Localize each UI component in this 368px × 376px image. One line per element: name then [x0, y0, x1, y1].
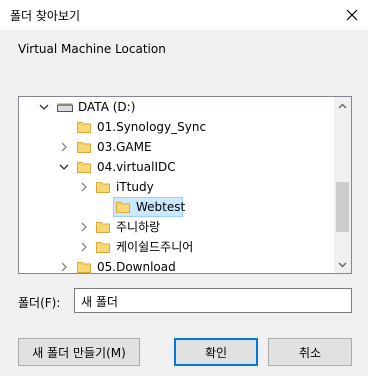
tree-item-label: 주니하랑 — [116, 220, 161, 234]
tree-item-webtest[interactable]: Webtest — [19, 197, 335, 217]
tree-item-kshield-junior[interactable]: 케이쉴드주니어 — [19, 237, 335, 257]
folder-icon — [116, 202, 130, 213]
close-button[interactable] — [336, 0, 368, 30]
tree-item-label: 03.GAME — [97, 140, 152, 154]
ok-button[interactable]: 확인 — [174, 338, 258, 366]
folder-icon — [77, 122, 91, 133]
chevron-up-icon — [338, 103, 347, 108]
tree-item-ittudy[interactable]: iTtudy — [19, 177, 335, 197]
chevron-right-icon[interactable] — [77, 177, 91, 197]
window-title: 폴더 찾아보기 — [10, 9, 81, 23]
folder-name-input[interactable]: 새 폴더 — [74, 288, 352, 313]
scroll-thumb[interactable] — [336, 182, 349, 232]
folder-icon — [77, 142, 91, 153]
scroll-up-button[interactable] — [334, 97, 351, 114]
chevron-down-icon[interactable] — [37, 97, 51, 117]
browse-folder-dialog: 폴더 찾아보기 Virtual Machine Location DATA (D… — [0, 0, 368, 376]
folder-icon — [77, 262, 91, 273]
folder-icon — [96, 242, 110, 253]
scroll-down-button[interactable] — [334, 256, 351, 273]
tree-item-juniharang[interactable]: 주니하랑 — [19, 217, 335, 237]
vertical-scrollbar[interactable] — [334, 97, 351, 273]
new-folder-button[interactable]: 새 폴더 만들기(M) — [18, 338, 140, 366]
folder-tree[interactable]: DATA (D:) 01.Synology_Sync 03.GAME 04.vi… — [18, 96, 352, 274]
tree-item-data-drive[interactable]: DATA (D:) — [19, 97, 335, 117]
tree-item-01-synology-sync[interactable]: 01.Synology_Sync — [19, 117, 335, 137]
chevron-right-icon[interactable] — [77, 217, 91, 237]
tree-item-04-virtualidc[interactable]: 04.virtualIDC — [19, 157, 335, 177]
tree-item-05-download[interactable]: 05.Download — [19, 257, 335, 274]
close-icon — [346, 9, 358, 21]
chevron-down-icon[interactable] — [57, 157, 71, 177]
chevron-right-icon[interactable] — [57, 257, 71, 273]
drive-icon — [57, 103, 73, 112]
dialog-prompt: Virtual Machine Location — [18, 42, 166, 56]
chevron-right-icon[interactable] — [77, 237, 91, 257]
tree-item-label: DATA (D:) — [78, 100, 136, 114]
cancel-button[interactable]: 취소 — [268, 338, 352, 366]
chevron-down-icon — [338, 262, 347, 267]
tree-item-label: Webtest — [136, 200, 186, 214]
tree-item-label: 케이쉴드주니어 — [116, 240, 194, 254]
folder-icon — [77, 162, 91, 173]
tree-item-label: 01.Synology_Sync — [97, 120, 207, 134]
chevron-right-icon[interactable] — [57, 137, 71, 157]
folder-icon — [96, 182, 110, 193]
folder-field-label: 폴더(F): — [18, 296, 61, 310]
tree-item-label: 05.Download — [97, 260, 176, 274]
tree-item-label: 04.virtualIDC — [97, 160, 176, 174]
tree-item-03-game[interactable]: 03.GAME — [19, 137, 335, 157]
title-bar: 폴더 찾아보기 — [0, 0, 368, 30]
folder-icon — [96, 222, 110, 233]
tree-item-label: iTtudy — [116, 180, 154, 194]
